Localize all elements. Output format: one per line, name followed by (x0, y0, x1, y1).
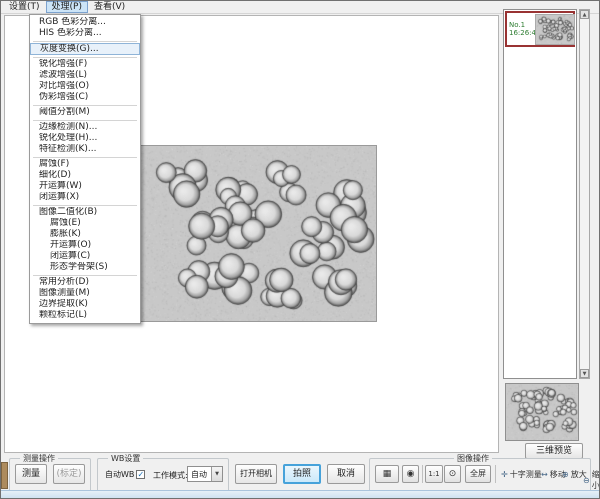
color-mode-button[interactable]: ◉ (402, 465, 419, 483)
menu-item-10[interactable]: 阈值分割(M) (30, 107, 140, 118)
mode-zoom-out-label: 缩小 (592, 469, 600, 491)
measure-button[interactable]: 测量 (15, 464, 47, 484)
menu-separator (33, 105, 137, 106)
mode-crosshair-label: 十字测量 (510, 469, 542, 480)
menu-item-31[interactable]: 颗粒标记(L) (30, 310, 140, 321)
view-group-label: 图像操作 (454, 453, 492, 464)
preview-panel (505, 383, 579, 444)
menu-item-21[interactable]: 图像二值化(B) (30, 207, 140, 218)
particle-image[interactable] (135, 145, 377, 322)
preview-thumbnail[interactable] (505, 383, 579, 441)
menu-item-13[interactable]: 锐化处理(H)... (30, 133, 140, 144)
wb-group-label: WB设置 (108, 453, 143, 464)
one-to-one-icon: 1:1 (428, 470, 439, 478)
capture-list[interactable]: No.1 16:26:44 (503, 9, 577, 379)
chevron-down-icon[interactable]: ▼ (211, 467, 222, 481)
calibrate-button[interactable]: (标定) (53, 464, 85, 484)
magnifier-button[interactable]: ⊙ (444, 465, 461, 483)
toolbar-divider (422, 465, 423, 483)
menu-item-6[interactable]: 滤波增强(L) (30, 70, 140, 81)
cancel-button[interactable]: 取消 (327, 464, 365, 484)
menu-item-8[interactable]: 伪彩增强(C) (30, 92, 140, 103)
auto-wb-row: 自动WB ✓ (105, 469, 145, 480)
menu-item-26[interactable]: 形态学骨架(S) (30, 262, 140, 273)
menu-item-0[interactable]: RGB 色彩分离... (30, 17, 140, 28)
status-strip (1, 490, 599, 498)
menu-item-22[interactable]: 腐蚀(E) (30, 218, 140, 229)
edge-color-swatch (1, 462, 8, 489)
menu-process[interactable]: 处理(P) (46, 1, 88, 13)
menu-separator (33, 275, 137, 276)
menu-item-25[interactable]: 闭运算(C) (30, 251, 140, 262)
image-display-button[interactable]: ▦ (375, 465, 399, 483)
menu-item-28[interactable]: 常用分析(D) (30, 277, 140, 288)
menu-item-23[interactable]: 膨胀(K) (30, 229, 140, 240)
menu-item-5[interactable]: 锐化增强(F) (30, 59, 140, 70)
menu-item-16[interactable]: 腐蚀(F) (30, 159, 140, 170)
mode-crosshair[interactable]: ✛ 十字测量 (501, 469, 542, 480)
magnifier-icon: ⊙ (449, 469, 457, 479)
menu-separator (33, 41, 137, 42)
crosshair-icon: ✛ (501, 470, 508, 479)
move-icon: ↔ (541, 470, 548, 479)
capture-meta: No.1 16:26:44 (507, 21, 535, 37)
menu-view[interactable]: 查看(V) (88, 1, 131, 13)
capture-time: 16:26:44 (509, 29, 535, 37)
scroll-up-icon[interactable]: ▲ (580, 10, 589, 19)
menu-item-19[interactable]: 闭运算(X) (30, 192, 140, 203)
menu-item-29[interactable]: 图像测量(M) (30, 288, 140, 299)
menu-item-14[interactable]: 特征检测(K)... (30, 144, 140, 155)
capture-button[interactable]: 拍照 (283, 464, 321, 484)
image-grid-icon: ▦ (383, 469, 392, 479)
measure-group-label: 测量操作 (20, 453, 58, 464)
app-window: 设置(T) 处理(P) 查看(V) RGB 色彩分离...HIS 色彩分离...… (0, 0, 600, 499)
mode-zoom-out[interactable]: ⊖ 缩小 (583, 469, 600, 491)
scroll-down-icon[interactable]: ▼ (580, 369, 589, 378)
capture-list-scrollbar[interactable]: ▲ ▼ (579, 9, 590, 379)
fullscreen-button[interactable]: 全屏 (465, 465, 491, 483)
work-mode-select[interactable]: 自动 ▼ (187, 466, 223, 482)
auto-wb-label: 自动WB (105, 469, 134, 480)
toolbar-divider (495, 465, 496, 483)
menu-item-18[interactable]: 开运算(W) (30, 181, 140, 192)
zoom-in-icon: ⊕ (562, 470, 569, 479)
fullscreen-label: 全屏 (470, 469, 486, 478)
zoom-out-icon: ⊖ (583, 476, 590, 485)
menu-separator (33, 157, 137, 158)
capture-list-item-selected[interactable]: No.1 16:26:44 (505, 11, 575, 47)
menu-separator (33, 120, 137, 121)
menu-item-17[interactable]: 细化(D) (30, 170, 140, 181)
menu-settings[interactable]: 设置(T) (3, 1, 46, 13)
menu-item-12[interactable]: 边缘检测(N)... (30, 122, 140, 133)
color-dot-icon: ◉ (407, 469, 415, 479)
process-menu-dropdown: RGB 色彩分离...HIS 色彩分离... 灰度变换(G)... 锐化增强(F)滤… (29, 14, 141, 324)
work-mode-label: 工作模式: (153, 470, 188, 481)
menu-item-7[interactable]: 对比增强(O) (30, 81, 140, 92)
menu-item-1[interactable]: HIS 色彩分离... (30, 28, 140, 39)
capture-thumbnail (535, 14, 575, 45)
auto-wb-checkbox[interactable]: ✓ (136, 470, 145, 479)
menu-item-3[interactable]: 灰度变换(G)... (30, 43, 140, 55)
preview-3d-button[interactable]: 三维预览 (525, 443, 583, 459)
work-mode-value: 自动 (188, 469, 211, 480)
capture-index: No.1 (509, 21, 535, 29)
one-to-one-button[interactable]: 1:1 (425, 465, 443, 483)
open-camera-button[interactable]: 打开相机 (235, 464, 277, 484)
menu-item-24[interactable]: 开运算(O) (30, 240, 140, 251)
menu-item-30[interactable]: 边界提取(K) (30, 299, 140, 310)
menu-separator (33, 57, 137, 58)
menu-separator (33, 205, 137, 206)
